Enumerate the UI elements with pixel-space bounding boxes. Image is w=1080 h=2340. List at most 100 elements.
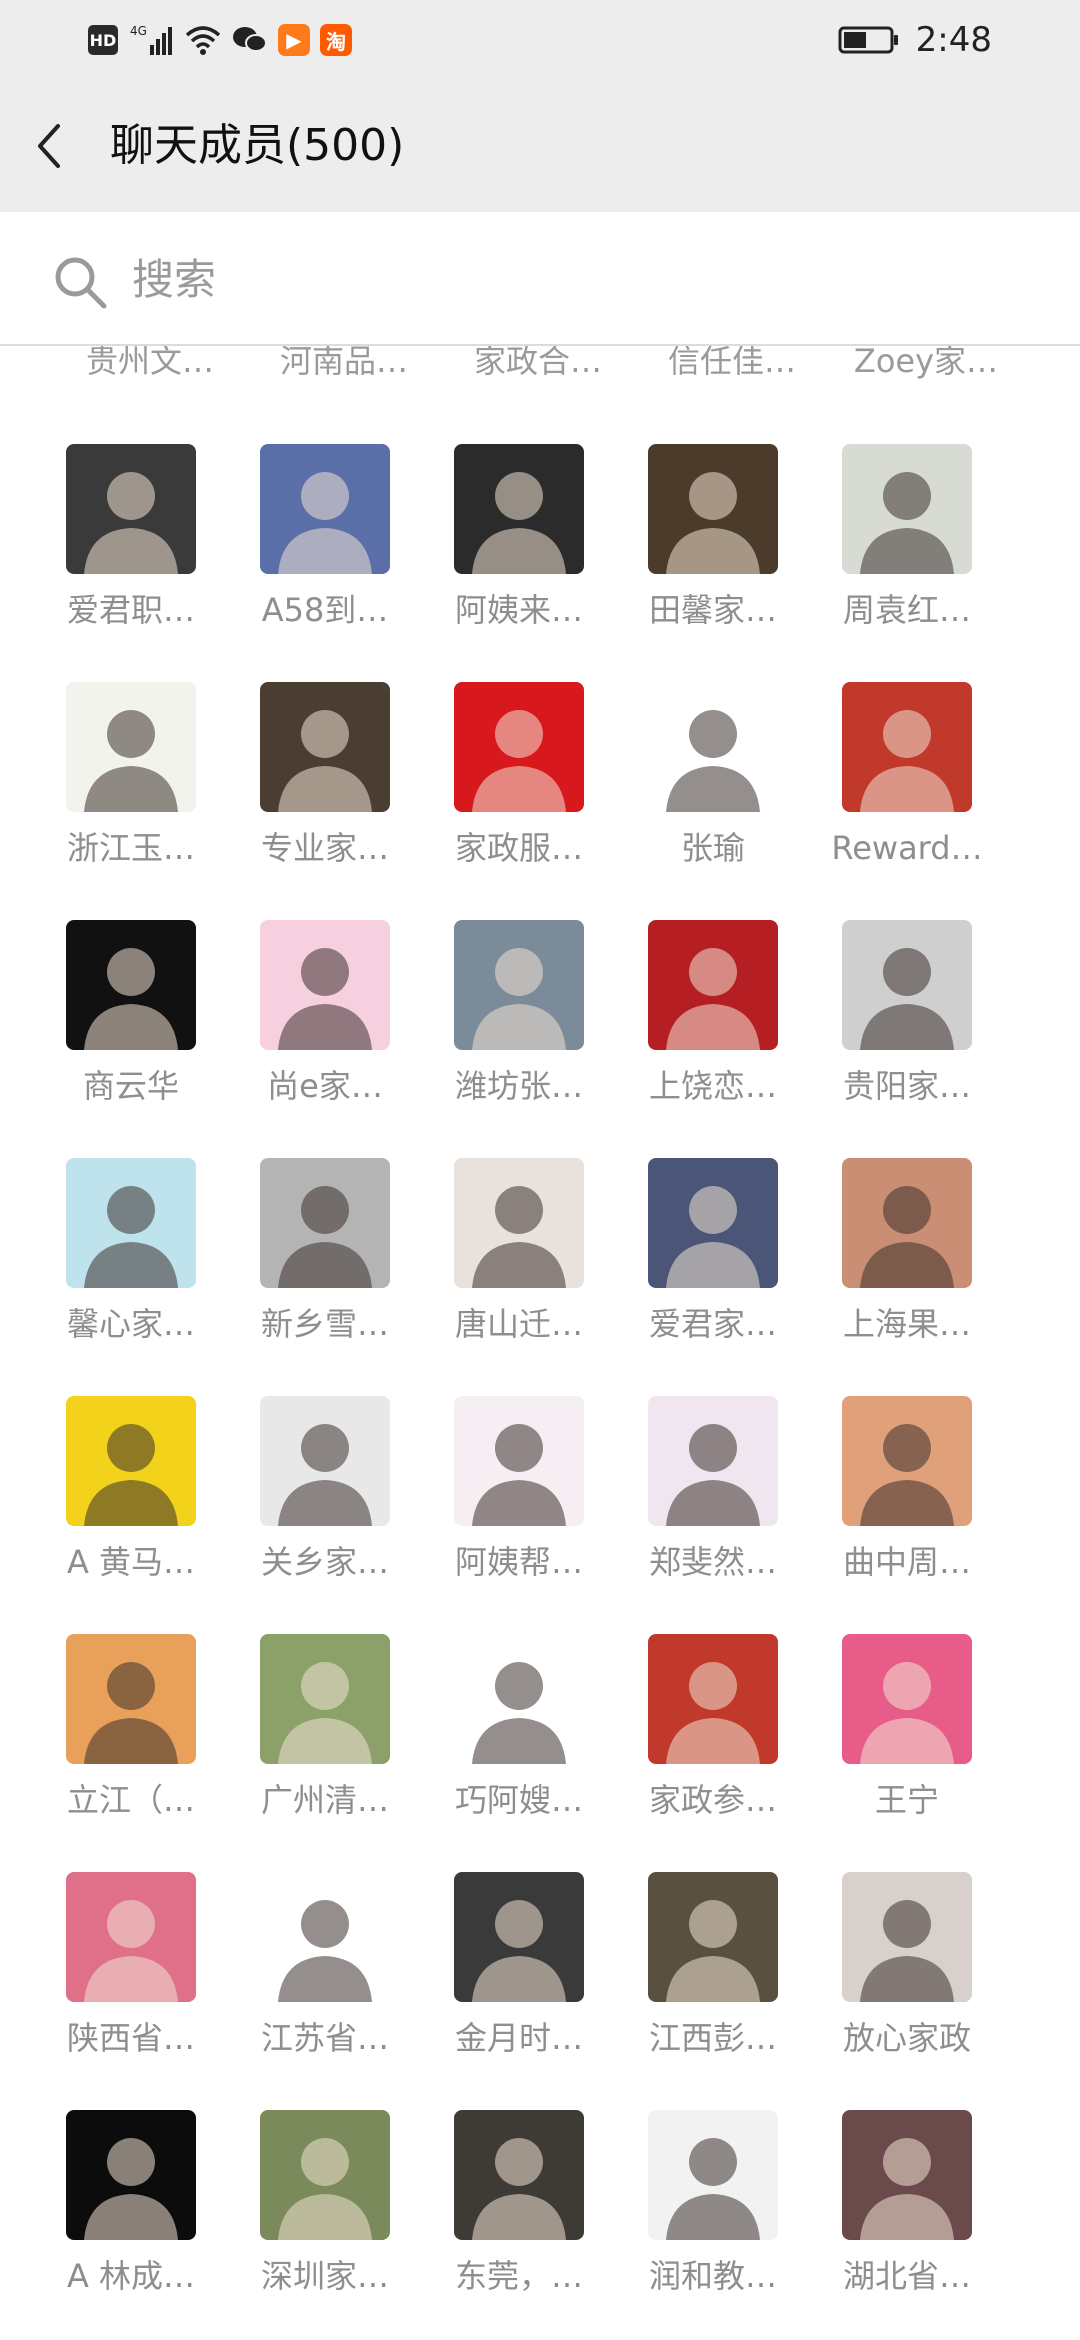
app-header: 聊天成员(500) [0,80,1080,212]
member-item[interactable]: 馨心家… [46,1158,240,1358]
avatar[interactable] [454,920,584,1050]
member-name: A 黄马… [66,1543,196,1581]
avatar[interactable] [648,444,778,574]
avatar[interactable] [260,444,390,574]
avatar[interactable] [454,1872,584,2002]
member-item[interactable]: 家政服… [434,682,628,882]
avatar[interactable] [648,1634,778,1764]
member-item[interactable]: 曲中周… [822,1396,1016,1596]
avatar[interactable] [260,2110,390,2240]
avatar[interactable] [66,1158,196,1288]
member-name: A 林成… [66,2257,196,2295]
avatar[interactable] [648,1396,778,1526]
member-item[interactable]: 陕西省… [46,1872,240,2072]
member-item[interactable]: A58到… [240,444,434,644]
avatar[interactable] [648,2110,778,2240]
avatar-image [472,1186,566,1288]
avatar-image [278,710,372,812]
member-item[interactable]: 专业家… [240,682,434,882]
network-type-label: 4G [130,24,147,38]
member-item[interactable]: 巧阿嫂… [434,1634,628,1834]
member-item[interactable]: 张瑜 [628,682,822,882]
avatar[interactable] [648,1158,778,1288]
member-item[interactable]: 爱君家… [628,1158,822,1358]
avatar-image [84,948,178,1050]
avatar[interactable] [842,920,972,1050]
member-item[interactable]: 湖北省… [822,2110,1016,2310]
avatar[interactable] [260,920,390,1050]
avatar[interactable] [66,1396,196,1526]
member-item[interactable]: 田馨家… [628,444,822,644]
avatar-image [666,948,760,1050]
avatar[interactable] [260,1158,390,1288]
member-item[interactable]: 王宁 [822,1634,1016,1834]
member-item[interactable]: 润和教… [628,2110,822,2310]
status-left-icons: HD 4G ▶ 淘 [88,22,352,58]
avatar[interactable] [454,1634,584,1764]
member-name: 东莞，… [454,2257,583,2295]
member-item[interactable]: 贵阳家… [822,920,1016,1120]
member-item[interactable]: 爱君职… [46,444,240,644]
avatar[interactable] [842,682,972,812]
avatar[interactable] [454,682,584,812]
member-item[interactable]: 上饶恋… [628,920,822,1120]
member-item[interactable]: 立江（… [46,1634,240,1834]
back-button[interactable] [20,114,84,178]
member-item[interactable]: 江苏省… [240,1872,434,2072]
avatar[interactable] [260,1396,390,1526]
hd-icon: HD [88,25,118,55]
avatar[interactable] [454,1396,584,1526]
member-item[interactable]: 尚e家… [240,920,434,1120]
avatar[interactable] [842,1872,972,2002]
avatar[interactable] [648,1872,778,2002]
member-item[interactable]: 浙江玉… [46,682,240,882]
chevron-left-icon [38,124,60,168]
member-item[interactable]: A 黄马… [46,1396,240,1596]
member-item[interactable]: 周袁红… [822,444,1016,644]
avatar[interactable] [842,1158,972,1288]
avatar[interactable] [260,1872,390,2002]
member-item[interactable]: 江西彭… [628,1872,822,2072]
video-app-icon: ▶ [278,24,310,56]
member-item[interactable]: 放心家政 [822,1872,1016,2072]
member-item[interactable]: 阿姨来… [434,444,628,644]
avatar[interactable] [66,920,196,1050]
member-name: 浙江玉… [66,829,195,867]
member-item[interactable]: 新乡雪… [240,1158,434,1358]
avatar[interactable] [66,1634,196,1764]
avatar[interactable] [648,682,778,812]
member-item[interactable]: A 林成… [46,2110,240,2310]
member-item[interactable]: 阿姨帮… [434,1396,628,1596]
search-input[interactable] [130,244,1014,314]
avatar[interactable] [454,2110,584,2240]
avatar[interactable] [66,682,196,812]
avatar[interactable] [842,444,972,574]
member-item[interactable]: 潍坊张… [434,920,628,1120]
avatar[interactable] [842,1634,972,1764]
member-name: 陕西省… [66,2019,195,2057]
member-item[interactable]: Reward… [822,682,1016,882]
member-item[interactable]: 广州清… [240,1634,434,1834]
avatar[interactable] [454,1158,584,1288]
avatar[interactable] [454,444,584,574]
avatar[interactable] [648,920,778,1050]
avatar[interactable] [66,444,196,574]
avatar[interactable] [66,2110,196,2240]
avatar-image [472,1900,566,2002]
avatar[interactable] [260,682,390,812]
member-item[interactable]: 商云华 [46,920,240,1120]
member-name: 关乡家… [260,1543,389,1581]
avatar[interactable] [66,1872,196,2002]
member-item[interactable]: 郑斐然… [628,1396,822,1596]
member-item[interactable]: 深圳家… [240,2110,434,2310]
avatar[interactable] [842,2110,972,2240]
member-item[interactable]: 家政参… [628,1634,822,1834]
member-item[interactable]: 东莞，… [434,2110,628,2310]
avatar-image [860,1662,954,1764]
avatar[interactable] [842,1396,972,1526]
avatar[interactable] [260,1634,390,1764]
member-item[interactable]: 上海果… [822,1158,1016,1358]
member-item[interactable]: 金月时… [434,1872,628,2072]
member-item[interactable]: 关乡家… [240,1396,434,1596]
member-item[interactable]: 唐山迁… [434,1158,628,1358]
